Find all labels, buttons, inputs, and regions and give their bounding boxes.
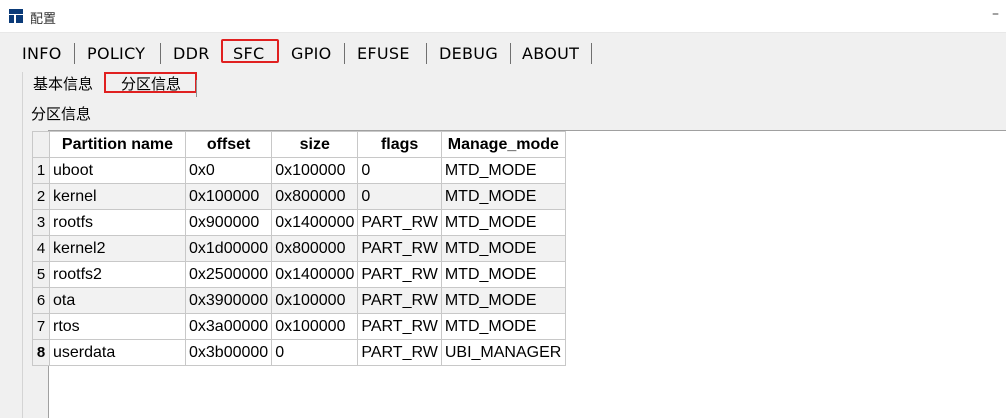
cell-offset[interactable]: 0x1d00000	[184, 235, 273, 262]
column-header-partition-name[interactable]: Partition name	[49, 131, 186, 158]
cell-flags[interactable]: 0	[357, 157, 442, 184]
subtab-basic-info[interactable]: 基本信息	[33, 75, 93, 93]
row-number[interactable]: 3	[32, 209, 50, 236]
cell-manage-mode[interactable]: MTD_MODE	[440, 261, 566, 288]
table-row[interactable]: 4 kernel2 0x1d00000 0x800000 PART_RW MTD…	[32, 235, 566, 262]
tab-info[interactable]: INFO	[22, 44, 62, 64]
cell-offset[interactable]: 0x3b00000	[184, 339, 273, 366]
table-row[interactable]: 6 ota 0x3900000 0x100000 PART_RW MTD_MOD…	[32, 287, 566, 314]
cell-partition-name[interactable]: rtos	[49, 313, 186, 340]
app-logo-icon	[9, 9, 23, 23]
cell-offset[interactable]: 0x3a00000	[184, 313, 273, 340]
table-header-row: Partition name offset size flags Manage_…	[32, 131, 566, 158]
cell-partition-name[interactable]: kernel	[49, 183, 186, 210]
cell-offset[interactable]: 0x0	[184, 157, 273, 184]
tab-efuse[interactable]: EFUSE	[357, 44, 410, 64]
cell-size[interactable]: 0x100000	[271, 287, 359, 314]
column-header-offset[interactable]: offset	[184, 131, 273, 158]
cell-size[interactable]: 0x1400000	[271, 261, 359, 288]
row-number[interactable]: 6	[32, 287, 50, 314]
cell-partition-name[interactable]: userdata	[49, 339, 186, 366]
table-row[interactable]: 3 rootfs 0x900000 0x1400000 PART_RW MTD_…	[32, 209, 566, 236]
corner-cell[interactable]	[32, 131, 50, 158]
cell-offset[interactable]: 0x100000	[184, 183, 273, 210]
cell-size[interactable]: 0x100000	[271, 313, 359, 340]
column-header-manage-mode[interactable]: Manage_mode	[440, 131, 566, 158]
panel-border	[22, 72, 23, 418]
cell-partition-name[interactable]: kernel2	[49, 235, 186, 262]
row-number[interactable]: 8	[32, 339, 50, 366]
active-subtab-highlight	[104, 72, 197, 93]
column-header-size[interactable]: size	[271, 131, 359, 158]
cell-flags[interactable]: PART_RW	[357, 235, 442, 262]
cell-manage-mode[interactable]: MTD_MODE	[440, 287, 566, 314]
cell-offset[interactable]: 0x900000	[184, 209, 273, 236]
cell-manage-mode[interactable]: UBI_MANAGER	[440, 339, 566, 366]
cell-size[interactable]: 0x800000	[271, 235, 359, 262]
cell-partition-name[interactable]: rootfs2	[49, 261, 186, 288]
cell-manage-mode[interactable]: MTD_MODE	[440, 183, 566, 210]
table-row[interactable]: 7 rtos 0x3a00000 0x100000 PART_RW MTD_MO…	[32, 313, 566, 340]
cell-flags[interactable]: PART_RW	[357, 209, 442, 236]
tab-gpio[interactable]: GPIO	[291, 44, 332, 64]
cell-manage-mode[interactable]: MTD_MODE	[440, 235, 566, 262]
row-number[interactable]: 5	[32, 261, 50, 288]
tab-separator	[510, 43, 511, 64]
cell-size[interactable]: 0x100000	[271, 157, 359, 184]
row-number[interactable]: 7	[32, 313, 50, 340]
row-number[interactable]: 2	[32, 183, 50, 210]
cell-offset[interactable]: 0x3900000	[184, 287, 273, 314]
tab-separator	[426, 43, 427, 64]
cell-flags[interactable]: PART_RW	[357, 339, 442, 366]
cell-size[interactable]: 0	[271, 339, 359, 366]
cell-offset[interactable]: 0x2500000	[184, 261, 273, 288]
tab-separator	[160, 43, 161, 64]
cell-manage-mode[interactable]: MTD_MODE	[440, 313, 566, 340]
cell-flags[interactable]: PART_RW	[357, 287, 442, 314]
table-row[interactable]: 2 kernel 0x100000 0x800000 0 MTD_MODE	[32, 183, 566, 210]
tab-ddr[interactable]: DDR	[173, 44, 210, 64]
tab-separator	[591, 43, 592, 64]
table-row[interactable]: 1 uboot 0x0 0x100000 0 MTD_MODE	[32, 157, 566, 184]
table-row[interactable]: 5 rootfs2 0x2500000 0x1400000 PART_RW MT…	[32, 261, 566, 288]
row-number[interactable]: 4	[32, 235, 50, 262]
column-header-flags[interactable]: flags	[357, 131, 442, 158]
tab-about[interactable]: ABOUT	[522, 44, 579, 64]
tab-policy[interactable]: POLICY	[87, 44, 145, 64]
section-title: 分区信息	[31, 105, 92, 123]
cell-partition-name[interactable]: ota	[49, 287, 186, 314]
tab-separator	[74, 43, 75, 64]
window-title: 配置	[30, 12, 57, 27]
minimize-button[interactable]: –	[992, 6, 1006, 24]
cell-manage-mode[interactable]: MTD_MODE	[440, 157, 566, 184]
title-bar: 配置 –	[0, 0, 1006, 33]
subtab-divider	[196, 80, 197, 97]
cell-flags[interactable]: PART_RW	[357, 313, 442, 340]
cell-flags[interactable]: PART_RW	[357, 261, 442, 288]
cell-manage-mode[interactable]: MTD_MODE	[440, 209, 566, 236]
cell-size[interactable]: 0x1400000	[271, 209, 359, 236]
row-number[interactable]: 1	[32, 157, 50, 184]
cell-partition-name[interactable]: rootfs	[49, 209, 186, 236]
active-tab-highlight	[221, 39, 279, 63]
cell-flags[interactable]: 0	[357, 183, 442, 210]
table-row-current[interactable]: 8 userdata 0x3b00000 0 PART_RW UBI_MANAG…	[32, 339, 566, 366]
cell-size[interactable]: 0x800000	[271, 183, 359, 210]
tab-debug[interactable]: DEBUG	[439, 44, 498, 64]
tab-separator	[344, 43, 345, 64]
cell-partition-name[interactable]: uboot	[49, 157, 186, 184]
partition-table: Partition name offset size flags Manage_…	[32, 131, 566, 366]
